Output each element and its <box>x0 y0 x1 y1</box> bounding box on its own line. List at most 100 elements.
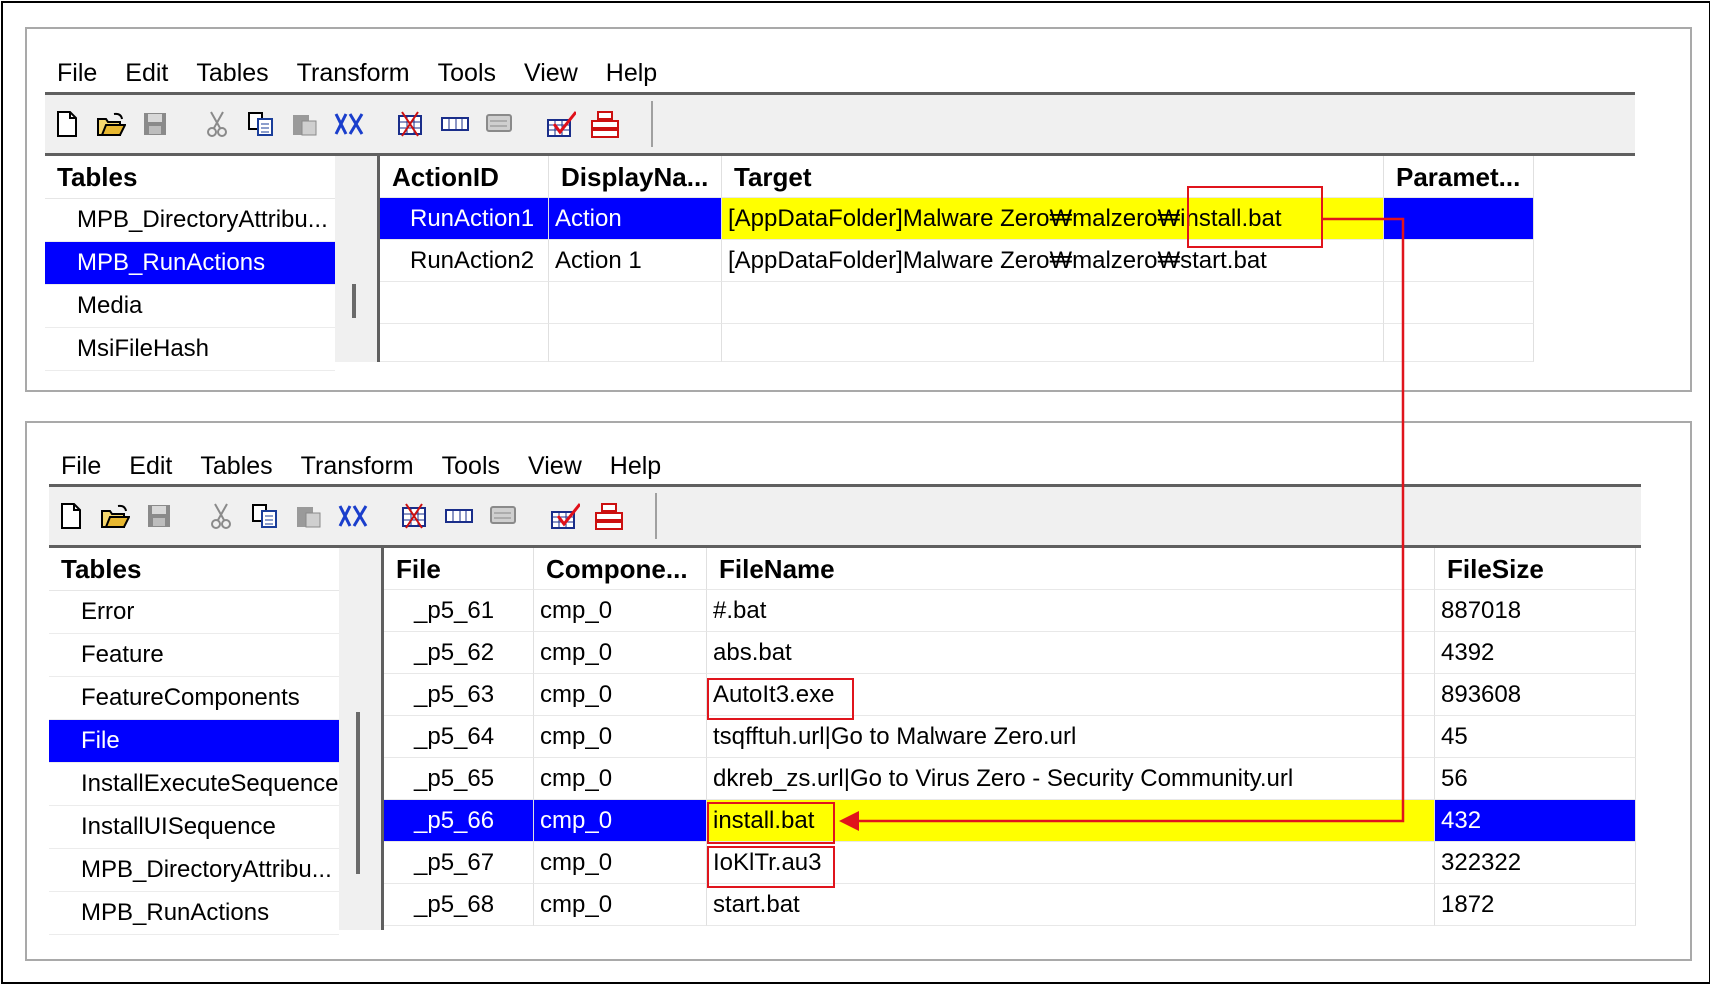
paste-icon[interactable] <box>290 109 320 139</box>
row-add-icon[interactable] <box>440 109 470 139</box>
cell-actionid[interactable]: RunAction2 <box>380 240 549 282</box>
validate-icon[interactable] <box>546 109 576 139</box>
empty-cell[interactable] <box>722 324 1384 362</box>
menu-tools[interactable]: Tools <box>442 452 500 481</box>
table-row[interactable]: _p5_64 cmp_0 tsqfftuh.url|Go to Malware Ze… <box>384 716 1636 758</box>
copy-icon[interactable] <box>250 501 280 531</box>
menu-view[interactable]: View <box>528 452 582 481</box>
cell-filesize[interactable]: 4392 <box>1435 632 1636 674</box>
cell-component[interactable]: cmp_0 <box>534 590 707 632</box>
replace-icon[interactable] <box>338 501 368 531</box>
cell-file[interactable]: _p5_62 <box>384 632 534 674</box>
empty-cell[interactable] <box>1384 282 1534 324</box>
table-item-installexecutesequence[interactable]: InstallExecuteSequence <box>49 763 339 806</box>
cut-icon[interactable] <box>202 109 232 139</box>
table-row[interactable]: _p5_68 cmp_0 start.bat 1872 <box>384 884 1636 926</box>
column-header-actionid[interactable]: ActionID <box>380 156 549 198</box>
table-row[interactable]: _p5_61 cmp_0 #.bat 887018 <box>384 590 1636 632</box>
menu-transform[interactable]: Transform <box>297 59 410 88</box>
table-item-mpb-runactions[interactable]: MPB_RunActions <box>45 242 335 285</box>
cell-component[interactable]: cmp_0 <box>534 800 707 842</box>
column-header-filesize[interactable]: FileSize <box>1435 548 1636 590</box>
open-icon[interactable] <box>96 109 126 139</box>
cell-filename[interactable]: dkreb_zs.url|Go to Virus Zero - Security… <box>707 758 1435 800</box>
table-item-mpb-directoryattributes[interactable]: MPB_DirectoryAttribu... <box>45 199 335 242</box>
cell-file[interactable]: _p5_67 <box>384 842 534 884</box>
cell-filesize[interactable]: 1872 <box>1435 884 1636 926</box>
empty-row[interactable] <box>380 282 1635 324</box>
cell-file[interactable]: _p5_61 <box>384 590 534 632</box>
menu-help[interactable]: Help <box>610 452 661 481</box>
copy-icon[interactable] <box>246 109 276 139</box>
cell-filesize[interactable]: 893608 <box>1435 674 1636 716</box>
menu-view[interactable]: View <box>524 59 578 88</box>
empty-cell[interactable] <box>1384 324 1534 362</box>
empty-cell[interactable] <box>380 324 549 362</box>
column-header-parameters[interactable]: Paramet... <box>1384 156 1534 198</box>
table-item-file[interactable]: File <box>49 720 339 763</box>
cell-file[interactable]: _p5_66 <box>384 800 534 842</box>
cell-component[interactable]: cmp_0 <box>534 716 707 758</box>
table-row[interactable]: _p5_66 cmp_0 install.bat 432 <box>384 800 1636 842</box>
new-icon[interactable] <box>56 501 86 531</box>
menu-tools[interactable]: Tools <box>438 59 496 88</box>
table-row[interactable]: _p5_65 cmp_0 dkreb_zs.url|Go to Virus Zero… <box>384 758 1636 800</box>
row-delete-icon[interactable] <box>484 109 514 139</box>
cut-icon[interactable] <box>206 501 236 531</box>
cell-file[interactable]: _p5_68 <box>384 884 534 926</box>
table-item-error[interactable]: Error <box>49 591 339 634</box>
table-row[interactable]: _p5_62 cmp_0 abs.bat 4392 <box>384 632 1636 674</box>
table-item-msifilehash[interactable]: MsiFileHash <box>45 328 335 371</box>
menu-transform[interactable]: Transform <box>301 452 414 481</box>
menu-tables[interactable]: Tables <box>196 59 268 88</box>
table-add-icon[interactable] <box>396 109 426 139</box>
cell-filename[interactable]: abs.bat <box>707 632 1435 674</box>
table-row[interactable]: _p5_63 cmp_0 AutoIt3.exe 893608 <box>384 674 1636 716</box>
empty-cell[interactable] <box>722 282 1384 324</box>
save-icon[interactable] <box>144 501 174 531</box>
table-item-mpb-runactions[interactable]: MPB_RunActions <box>49 892 339 935</box>
table-item-installuisequence[interactable]: InstallUISequence <box>49 806 339 849</box>
empty-cell[interactable] <box>380 282 549 324</box>
top-tables-scrollbar[interactable] <box>335 156 380 362</box>
cell-filesize[interactable]: 45 <box>1435 716 1636 758</box>
bottom-tables-scrollbar[interactable] <box>339 548 384 930</box>
table-item-feature[interactable]: Feature <box>49 634 339 677</box>
empty-cell[interactable] <box>549 324 722 362</box>
new-icon[interactable] <box>52 109 82 139</box>
column-header-displayname[interactable]: DisplayNa... <box>549 156 722 198</box>
cell-file[interactable]: _p5_63 <box>384 674 534 716</box>
table-item-media[interactable]: Media <box>45 285 335 328</box>
cell-parameters[interactable] <box>1384 198 1534 240</box>
empty-row[interactable] <box>380 324 1635 362</box>
cell-filename[interactable]: #.bat <box>707 590 1435 632</box>
schema-icon[interactable] <box>590 109 620 139</box>
table-item-featurecomponents[interactable]: FeatureComponents <box>49 677 339 720</box>
table-row[interactable]: RunAction1 Action [AppDataFolder]Malware… <box>380 198 1635 240</box>
menu-edit[interactable]: Edit <box>129 452 172 481</box>
row-delete-icon[interactable] <box>488 501 518 531</box>
table-add-icon[interactable] <box>400 501 430 531</box>
open-icon[interactable] <box>100 501 130 531</box>
menu-file[interactable]: File <box>61 452 101 481</box>
cell-component[interactable]: cmp_0 <box>534 842 707 884</box>
menu-help[interactable]: Help <box>606 59 657 88</box>
save-icon[interactable] <box>140 109 170 139</box>
cell-filesize[interactable]: 56 <box>1435 758 1636 800</box>
cell-file[interactable]: _p5_64 <box>384 716 534 758</box>
column-header-filename[interactable]: FileName <box>707 548 1435 590</box>
cell-actionid[interactable]: RunAction1 <box>380 198 549 240</box>
cell-filename[interactable]: tsqfftuh.url|Go to Malware Zero.url <box>707 716 1435 758</box>
table-row[interactable]: _p5_67 cmp_0 IoKlTr.au3 322322 <box>384 842 1636 884</box>
scrollbar-thumb[interactable] <box>356 712 360 874</box>
cell-component[interactable]: cmp_0 <box>534 674 707 716</box>
cell-component[interactable]: cmp_0 <box>534 884 707 926</box>
column-header-file[interactable]: File <box>384 548 534 590</box>
cell-file[interactable]: _p5_65 <box>384 758 534 800</box>
cell-displayname[interactable]: Action 1 <box>549 240 722 282</box>
cell-component[interactable]: cmp_0 <box>534 632 707 674</box>
empty-cell[interactable] <box>549 282 722 324</box>
menu-tables[interactable]: Tables <box>200 452 272 481</box>
scrollbar-thumb[interactable] <box>352 284 356 318</box>
cell-parameters[interactable] <box>1384 240 1534 282</box>
